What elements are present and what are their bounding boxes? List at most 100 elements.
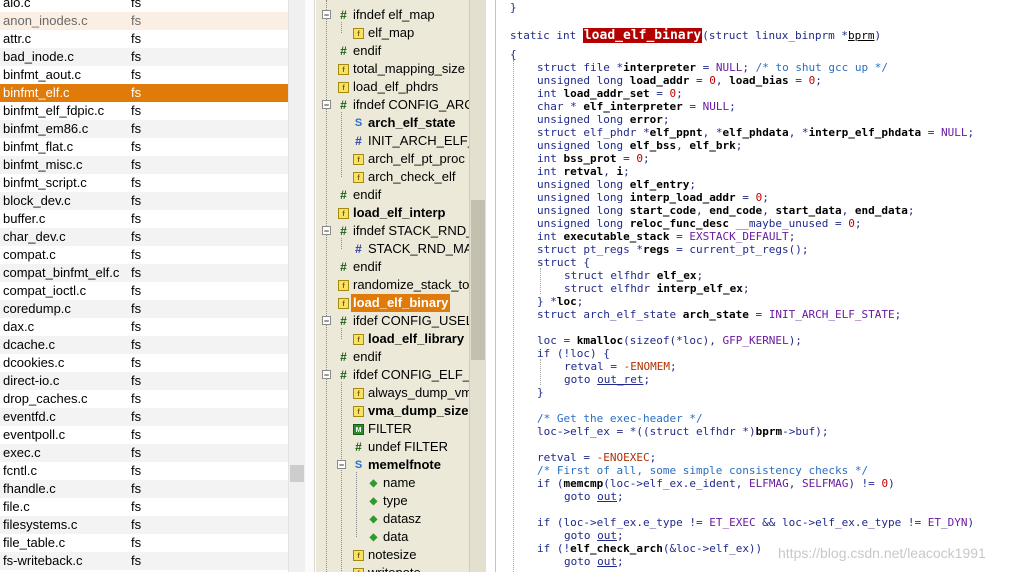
collapse-toggle-icon[interactable]: − bbox=[322, 10, 331, 20]
code-text: ; bbox=[742, 61, 756, 74]
code-line: struct pt_regs *regs = current_pt_regs()… bbox=[537, 243, 809, 256]
code-text: ->buf); bbox=[782, 425, 829, 438]
file-name: direct-io.c bbox=[3, 373, 60, 388]
file-row[interactable]: dcookies.c fs bbox=[0, 354, 288, 372]
file-row[interactable]: binfmt_aout.c fs bbox=[0, 66, 288, 84]
function-name-highlight[interactable]: load_elf_binary bbox=[582, 28, 703, 43]
code-number: 0 bbox=[636, 152, 643, 165]
file-row[interactable]: filesystems.c fs bbox=[0, 516, 288, 534]
code-text: (! bbox=[550, 542, 571, 555]
file-row[interactable]: dcache.c fs bbox=[0, 336, 288, 354]
code-label[interactable]: out bbox=[597, 490, 617, 503]
file-row-selected[interactable]: binfmt_elf.c fs bbox=[0, 84, 288, 102]
tree-guide-line bbox=[341, 328, 342, 339]
code-identifier: arch_state bbox=[682, 308, 749, 321]
code-line: retval = -ENOEXEC; bbox=[537, 451, 656, 464]
file-row[interactable]: eventpoll.c fs bbox=[0, 426, 288, 444]
code-identifier: start_code bbox=[629, 204, 696, 217]
function-icon: f bbox=[353, 172, 364, 183]
collapse-toggle-icon[interactable]: − bbox=[322, 370, 331, 380]
pane-splitter-right[interactable] bbox=[486, 0, 496, 572]
file-directory: fs bbox=[131, 337, 142, 352]
file-row[interactable]: bad_inode.c fs bbox=[0, 48, 288, 66]
code-identifier: memcmp bbox=[563, 477, 604, 490]
pane-splitter-left[interactable] bbox=[305, 0, 315, 572]
file-row[interactable]: file.c fs bbox=[0, 498, 288, 516]
collapse-toggle-icon[interactable]: − bbox=[322, 316, 331, 326]
code-keyword: struct pt_regs * bbox=[537, 243, 643, 256]
code-label[interactable]: out bbox=[597, 555, 617, 568]
file-row[interactable]: binfmt_em86.c fs bbox=[0, 120, 288, 138]
watermark: https://blog.csdn.net/leacock1991 bbox=[778, 545, 986, 561]
file-row[interactable]: fcntl.c fs bbox=[0, 462, 288, 480]
code-keyword: int bbox=[537, 87, 564, 100]
function-icon: f bbox=[353, 406, 364, 417]
file-row[interactable]: binfmt_misc.c fs bbox=[0, 156, 288, 174]
file-row[interactable]: eventfd.c fs bbox=[0, 408, 288, 426]
hash-icon: # bbox=[340, 224, 347, 238]
code-keyword: unsigned long bbox=[537, 74, 630, 87]
file-row[interactable]: char_dev.c fs bbox=[0, 228, 288, 246]
symbol-label: total_mapping_size bbox=[353, 61, 466, 76]
indent-guide bbox=[540, 268, 541, 294]
file-row[interactable]: compat.c fs bbox=[0, 246, 288, 264]
file-row[interactable]: fhandle.c fs bbox=[0, 480, 288, 498]
file-row[interactable]: exec.c fs bbox=[0, 444, 288, 462]
code-constant: -ENOEXEC bbox=[596, 451, 650, 464]
code-keyword: unsigned long bbox=[537, 113, 630, 126]
code-identifier: interp_load_addr bbox=[629, 191, 736, 204]
file-row[interactable]: coredump.c fs bbox=[0, 300, 288, 318]
code-label[interactable]: out_ret bbox=[597, 373, 643, 386]
file-row[interactable]: fs-writeback.c fs bbox=[0, 552, 288, 570]
file-directory: fs bbox=[131, 31, 142, 46]
code-label[interactable]: out bbox=[597, 529, 617, 542]
file-name: bad_inode.c bbox=[3, 49, 74, 64]
code-text: = bbox=[689, 74, 710, 87]
file-row[interactable]: dax.c fs bbox=[0, 318, 288, 336]
code-text: = bbox=[669, 230, 690, 243]
signature-param-bprm[interactable]: bprm bbox=[848, 29, 875, 42]
file-row[interactable]: aio.c fs bbox=[0, 0, 288, 12]
symbol-label: load_elf_binary bbox=[351, 294, 451, 312]
file-list-scrollbar-thumb[interactable] bbox=[290, 465, 304, 482]
file-row[interactable]: file_table.c fs bbox=[0, 534, 288, 552]
file-row[interactable]: binfmt_elf_fdpic.c fs bbox=[0, 102, 288, 120]
file-row[interactable]: buffer.c fs bbox=[0, 210, 288, 228]
file-row[interactable]: block_dev.c fs bbox=[0, 192, 288, 210]
file-row[interactable]: drop_caches.c fs bbox=[0, 390, 288, 408]
code-comment: /* to shut gcc up */ bbox=[755, 61, 889, 74]
code-identifier: bprm bbox=[755, 425, 783, 438]
code-text: ; bbox=[623, 165, 630, 178]
code-keyword: goto bbox=[564, 490, 598, 503]
file-row[interactable]: attr.c fs bbox=[0, 30, 288, 48]
collapse-toggle-icon[interactable]: − bbox=[337, 460, 346, 470]
symbol-label: ifndef STACK_RND_MASK bbox=[353, 223, 469, 238]
file-row[interactable]: compat_binfmt_elf.c fs bbox=[0, 264, 288, 282]
code-text: , bbox=[762, 204, 776, 217]
file-name: dax.c bbox=[3, 319, 35, 334]
file-directory: fs bbox=[131, 265, 142, 280]
code-line: int load_addr_set = 0; bbox=[537, 87, 683, 100]
code-text: ; bbox=[617, 555, 624, 568]
file-directory: fs bbox=[131, 157, 142, 172]
file-directory: fs bbox=[131, 13, 142, 28]
file-row[interactable]: anon_inodes.c fs bbox=[0, 12, 288, 30]
code-text: ; bbox=[735, 139, 743, 152]
code-editor[interactable]: } static int load_elf_binary(struct linu… bbox=[497, 0, 1013, 572]
collapse-toggle-icon[interactable]: − bbox=[322, 226, 331, 236]
file-row[interactable]: binfmt_flat.c fs bbox=[0, 138, 288, 156]
file-row[interactable]: binfmt_script.c fs bbox=[0, 174, 288, 192]
file-row[interactable]: compat_ioctl.c fs bbox=[0, 282, 288, 300]
file-directory: fs bbox=[131, 85, 142, 100]
symbol-label: vma_dump_size bbox=[368, 403, 469, 418]
symbol-label: type bbox=[383, 493, 408, 508]
code-line: unsigned long load_addr = 0, load_bias =… bbox=[537, 74, 822, 87]
code-comment: /* Get the exec-header */ bbox=[537, 412, 703, 425]
file-row[interactable]: direct-io.c fs bbox=[0, 372, 288, 390]
symbol-tree-scrollbar-thumb[interactable] bbox=[471, 200, 485, 360]
symbol-tree-scrollbar[interactable] bbox=[469, 0, 486, 572]
file-list-scrollbar[interactable] bbox=[288, 0, 305, 572]
code-text: = bbox=[616, 152, 637, 165]
code-text: ; bbox=[643, 373, 651, 386]
collapse-toggle-icon[interactable]: − bbox=[322, 100, 331, 110]
